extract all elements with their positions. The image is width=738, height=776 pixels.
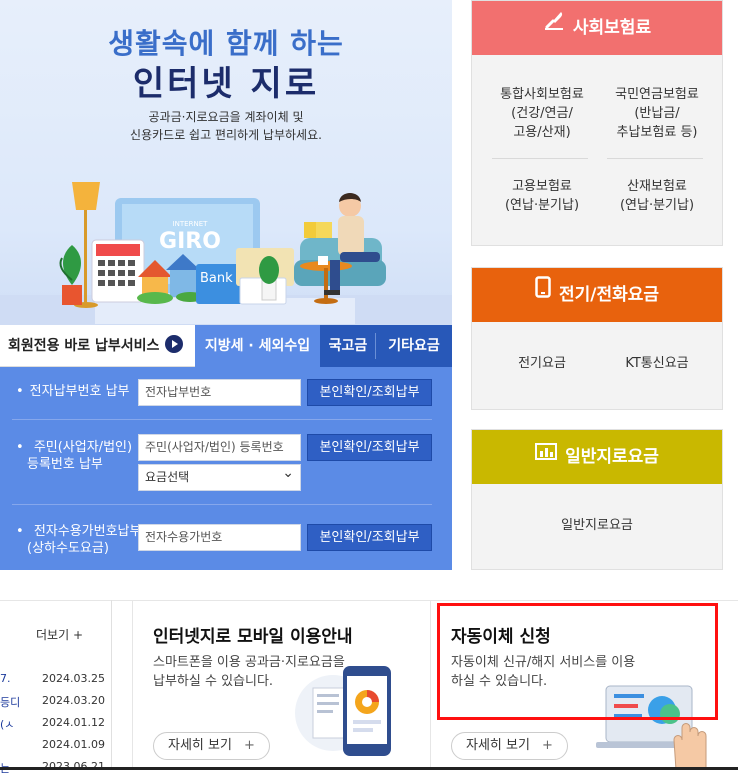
tab-local-tax[interactable]: 지방세 · 세외수입 — [195, 325, 320, 367]
mobile-guide-promo: 인터넷지로 모바일 이용안내 스마트폰을 이용 공과금·지로요금을 납부하실 수… — [132, 600, 430, 770]
cell-line: 고용/산재) — [513, 125, 571, 140]
notice-date: 2024.01.12 — [42, 716, 105, 729]
arrow-right-icon[interactable] — [165, 335, 184, 353]
hero-banner: 생활속에 함께 하는 인터넷 지로 공과금·지로요금을 계좌이체 및 신용카드로… — [0, 0, 452, 325]
notice-title-cut[interactable]: 등디 — [0, 694, 20, 710]
tab-member-label: 회원전용 바로 납부서비스 — [8, 338, 160, 354]
tab-national-treasury[interactable]: 국고금 — [322, 325, 374, 367]
cell-line: 통합사회보험료 — [500, 87, 584, 102]
hero-illustration: INTERNET GIRO Bank — [0, 182, 452, 325]
label-registration-number: 주민(사업자/법인) — [16, 439, 132, 456]
hero-desc-line: 공과금·지로요금을 계좌이체 및 — [148, 110, 304, 124]
label-line: 주민(사업자/법인) — [33, 440, 133, 455]
link-kt-telecom-fee[interactable]: KT통신요금 — [597, 354, 717, 373]
mobile-guide-title[interactable]: 인터넷지로 모바일 이용안내 — [153, 622, 353, 647]
social-insurance-title: 사회보험료 — [572, 18, 652, 38]
verify-pay-button-3[interactable]: 본인확인/조회납부 — [307, 524, 432, 551]
illust-giro-text: GIRO — [159, 229, 221, 254]
label-line: (상하수도요금) — [27, 541, 109, 556]
notice-list: 더보기 + 7. 등디 (ㅅ 는 2024.03.25 2024.03.20 2… — [0, 600, 112, 775]
label-line: 등록번호 납부 — [27, 457, 103, 472]
utility-header[interactable]: 전기/전화요금 — [472, 268, 722, 322]
notice-title-cut[interactable]: (ㅅ — [0, 716, 14, 732]
utility-title: 전기/전화요금 — [558, 285, 660, 305]
notice-title-cut[interactable]: 7. — [0, 672, 11, 685]
utility-card: 전기/전화요금 전기요금 KT통신요금 — [471, 267, 723, 410]
more-link[interactable]: 더보기 + — [36, 626, 83, 643]
hero-desc-line: 신용카드로 쉽고 편리하게 납부하세요. — [130, 128, 322, 142]
link-employment-insurance[interactable]: 고용보험료 (연납·분기납) — [482, 177, 602, 215]
mobile-phone-icon — [535, 266, 551, 320]
label-customer-number: 전자수용가번호납부 — [16, 523, 142, 540]
notice-date: 2024.01.09 — [42, 738, 105, 751]
link-integrated-social-insurance[interactable]: 통합사회보험료 (건강/연금/ 고용/산재) — [482, 85, 602, 142]
illust-bank-text: Bank — [200, 271, 233, 286]
cell-line: 국민연금보험료 — [615, 87, 699, 102]
autopay-details-button[interactable]: 자세히 보기 + — [451, 732, 568, 760]
link-general-giro-fee[interactable]: 일반지로요금 — [472, 516, 722, 535]
link-electricity-fee[interactable]: 전기요금 — [482, 354, 602, 373]
hero-title: 인터넷 지로 — [132, 64, 320, 104]
smartphone-illustration — [295, 666, 391, 756]
highlight-box — [437, 603, 718, 720]
bar-chart-icon — [535, 428, 558, 482]
label-electronic-number: 전자납부번호 납부 — [16, 383, 130, 400]
divider — [607, 158, 703, 159]
customer-number-input[interactable]: 전자수용가번호 — [138, 524, 301, 551]
payment-form: 전자납부번호 납부 전자납부번호 본인확인/조회납부 주민(사업자/법인) 등록… — [0, 367, 452, 570]
more-label: 더보기 — [36, 628, 70, 642]
label-line: 전자수용가번호납부 — [33, 524, 142, 539]
notice-date: 2024.03.25 — [42, 672, 105, 685]
link-industrial-accident-insurance[interactable]: 산재보험료 (연납·분기납) — [597, 177, 717, 215]
plus-icon: + — [541, 738, 553, 753]
fee-type-selected: 요금선택 — [145, 470, 190, 484]
registration-number-input[interactable]: 주민(사업자/법인) 등록번호 — [138, 434, 301, 461]
verify-pay-button-2[interactable]: 본인확인/조회납부 — [307, 434, 432, 461]
button-label: 자세히 보기 — [168, 738, 232, 753]
plus-icon: + — [243, 738, 255, 753]
cell-line: (건강/연금/ — [511, 106, 573, 121]
button-label: 자세히 보기 — [466, 738, 530, 753]
cell-line: 산재보험료 — [627, 179, 687, 194]
general-giro-title: 일반지로요금 — [565, 447, 659, 467]
divider — [12, 419, 432, 420]
fee-type-select[interactable]: 요금선택 — [138, 461, 301, 491]
brush-icon — [543, 0, 565, 53]
verify-pay-button-1[interactable]: 본인확인/조회납부 — [307, 379, 432, 406]
mobile-guide-details-button[interactable]: 자세히 보기 + — [153, 732, 270, 760]
cell-line: (연납·분기납) — [619, 198, 695, 213]
tab-other-fees[interactable]: 기타요금 — [376, 325, 452, 367]
service-tabbar: 회원전용 바로 납부서비스 지방세 · 세외수입 국고금 기타요금 — [0, 325, 452, 367]
illust-internet-text: INTERNET — [173, 220, 209, 228]
electronic-number-input[interactable]: 전자납부번호 — [138, 379, 301, 406]
plus-icon: + — [72, 628, 84, 642]
divider — [12, 504, 432, 505]
general-giro-card: 일반지로요금 일반지로요금 — [471, 429, 723, 570]
cell-line: (반납금/ — [634, 106, 680, 121]
social-insurance-header[interactable]: 사회보험료 — [472, 1, 722, 55]
cell-line: (연납·분기납) — [504, 198, 580, 213]
link-national-pension[interactable]: 국민연금보험료 (반납금/ 추납보험료 등) — [597, 85, 717, 142]
social-insurance-card: 사회보험료 통합사회보험료 (건강/연금/ 고용/산재) 국민연금보험료 (반납… — [471, 0, 723, 246]
general-giro-header[interactable]: 일반지로요금 — [472, 430, 722, 484]
hero-description: 공과금·지로요금을 계좌이체 및 신용카드로 쉽고 편리하게 납부하세요. — [0, 108, 452, 144]
divider — [492, 158, 588, 159]
cell-line: 고용보험료 — [512, 179, 572, 194]
cell-line: 추납보험료 등) — [616, 125, 698, 140]
notice-date: 2024.03.20 — [42, 694, 105, 707]
tab-member-service[interactable]: 회원전용 바로 납부서비스 — [0, 325, 195, 367]
